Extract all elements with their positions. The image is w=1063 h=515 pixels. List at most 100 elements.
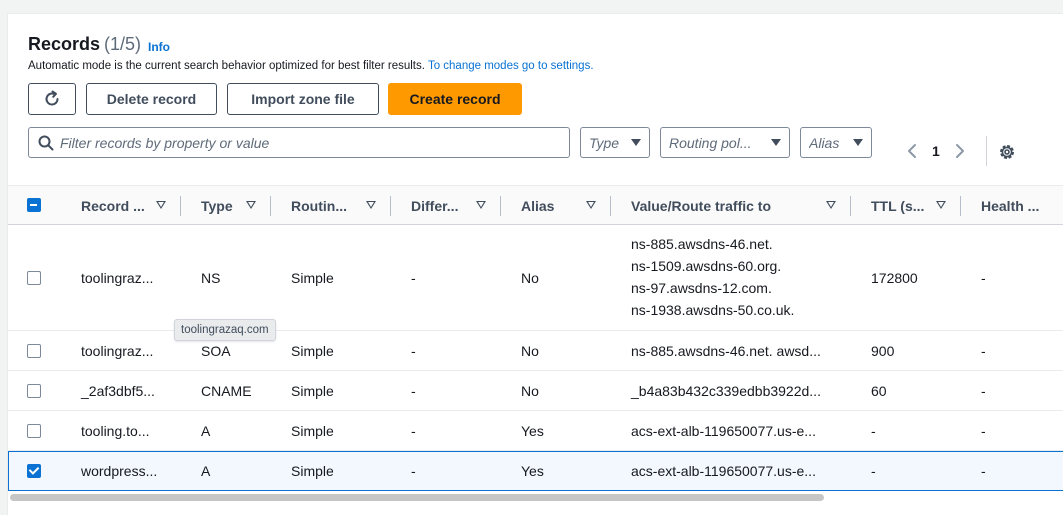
value-line: ns-97.awsdns-12.com. [631, 280, 772, 296]
chevron-left-icon[interactable] [906, 143, 918, 159]
column-label: Routin... [291, 198, 347, 214]
column-header-health-check[interactable]: Health ... [981, 186, 1061, 226]
table-header: Record ... Type Routin... Differ... Alia… [8, 185, 1063, 225]
delete-record-button[interactable]: Delete record [86, 83, 217, 115]
differentiator-cell: - [411, 383, 416, 399]
column-divider[interactable] [610, 196, 611, 216]
record-count: (1/5) [104, 34, 142, 54]
chevron-down-icon [853, 139, 863, 146]
health-cell: - [981, 383, 986, 399]
sort-icon[interactable] [936, 201, 946, 209]
column-divider[interactable] [850, 196, 851, 216]
type-cell: A [201, 463, 211, 479]
ttl-cell: 900 [871, 343, 895, 359]
differentiator-cell: - [411, 343, 416, 359]
sort-icon[interactable] [246, 201, 256, 209]
table-row[interactable]: tooling.to... A Simple - Yes acs-ext-alb… [8, 411, 1063, 451]
search-input[interactable]: Filter records by property or value [28, 127, 570, 158]
title-text: Records [28, 34, 101, 54]
record-name-cell[interactable]: wordpress... [81, 463, 157, 479]
refresh-button[interactable] [28, 83, 76, 115]
alias-cell: No [521, 270, 539, 286]
import-zone-file-button[interactable]: Import zone file [227, 83, 379, 115]
record-name-cell[interactable]: _2af3dbf5... [81, 383, 155, 399]
type-cell: NS [201, 270, 221, 286]
settings-link[interactable]: To change modes go to settings. [428, 60, 594, 72]
alias-cell: No [521, 383, 539, 399]
differentiator-cell: - [411, 270, 416, 286]
pagination-divider [986, 136, 987, 166]
sort-icon[interactable] [366, 201, 376, 209]
record-name-cell[interactable]: toolingraz... [81, 270, 153, 286]
column-divider[interactable] [500, 196, 501, 216]
search-placeholder: Filter records by property or value [60, 134, 270, 151]
sort-icon[interactable] [156, 201, 166, 209]
info-link[interactable]: Info [148, 40, 170, 54]
sort-icon[interactable] [586, 201, 596, 209]
value-cell: acs-ext-alb-119650077.us-e... [631, 423, 816, 439]
records-panel: Records (1/5) Info Automatic mode is the … [7, 13, 1063, 515]
column-label: Differ... [411, 198, 459, 214]
health-cell: - [981, 423, 986, 439]
ttl-cell: - [871, 423, 876, 439]
column-divider[interactable] [180, 196, 181, 216]
sort-icon[interactable] [826, 201, 836, 209]
search-icon [38, 135, 54, 150]
health-cell: - [981, 270, 986, 286]
column-label: Record ... [81, 198, 145, 214]
row-checkbox[interactable] [27, 464, 41, 478]
search-mode-description: Automatic mode is the current search beh… [28, 60, 594, 72]
select-all-checkbox[interactable] [27, 198, 41, 212]
table-row-selected[interactable]: wordpress... A Simple - Yes acs-ext-alb-… [8, 451, 1063, 491]
column-header-record-name[interactable]: Record ... [81, 186, 181, 226]
value-line: ns-885.awsdns-46.net. [631, 236, 773, 252]
routing-cell: Simple [291, 343, 334, 359]
column-divider[interactable] [960, 196, 961, 216]
table-row[interactable]: toolingraz... SOA Simple - No ns-885.aws… [8, 331, 1063, 371]
routing-cell: Simple [291, 270, 334, 286]
health-cell: - [981, 343, 986, 359]
routing-policy-filter-select[interactable]: Routing pol... [660, 127, 790, 158]
value-cell: ns-885.awsdns-46.net. awsd... [631, 343, 821, 359]
refresh-icon [45, 90, 59, 106]
column-header-alias[interactable]: Alias [521, 186, 611, 226]
routing-cell: Simple [291, 423, 334, 439]
column-header-differentiator[interactable]: Differ... [411, 186, 501, 226]
differentiator-cell: - [411, 423, 416, 439]
current-page[interactable]: 1 [932, 143, 940, 159]
column-header-type[interactable]: Type [201, 186, 271, 226]
routing-cell: Simple [291, 383, 334, 399]
chevron-down-icon [631, 139, 641, 146]
column-divider[interactable] [390, 196, 391, 216]
column-label: Value/Route traffic to [631, 198, 772, 214]
alias-cell: Yes [521, 463, 544, 479]
table-row[interactable]: toolingraz... NS Simple - No ns-885.awsd… [8, 225, 1063, 331]
type-cell: SOA [201, 343, 231, 359]
table-row[interactable]: _2af3dbf5... CNAME Simple - No _b4a83b43… [8, 371, 1063, 411]
alias-filter-select[interactable]: Alias [800, 127, 872, 158]
health-cell: - [981, 463, 986, 479]
gear-icon[interactable] [998, 143, 1016, 161]
sort-icon[interactable] [476, 201, 486, 209]
record-name-cell[interactable]: toolingraz... [81, 343, 153, 359]
alias-cell: Yes [521, 423, 544, 439]
column-label: Alias [521, 198, 555, 214]
chevron-right-icon[interactable] [954, 143, 966, 159]
ttl-cell: 172800 [871, 270, 918, 286]
value-cell: acs-ext-alb-119650077.us-e... [631, 463, 816, 479]
column-header-routing-policy[interactable]: Routin... [291, 186, 391, 226]
row-checkbox[interactable] [27, 271, 41, 285]
column-header-ttl[interactable]: TTL (s... [871, 186, 961, 226]
record-name-cell[interactable]: tooling.to... [81, 423, 150, 439]
row-checkbox[interactable] [27, 424, 41, 438]
create-record-button[interactable]: Create record [388, 83, 522, 115]
ttl-cell: 60 [871, 383, 887, 399]
horizontal-scrollbar-thumb[interactable] [10, 494, 824, 501]
routing-filter-placeholder: Routing pol... [669, 134, 752, 151]
column-header-value[interactable]: Value/Route traffic to [631, 186, 851, 226]
row-checkbox[interactable] [27, 384, 41, 398]
column-divider[interactable] [270, 196, 271, 216]
type-filter-select[interactable]: Type [580, 127, 650, 158]
row-checkbox[interactable] [27, 344, 41, 358]
alias-filter-placeholder: Alias [809, 134, 840, 151]
